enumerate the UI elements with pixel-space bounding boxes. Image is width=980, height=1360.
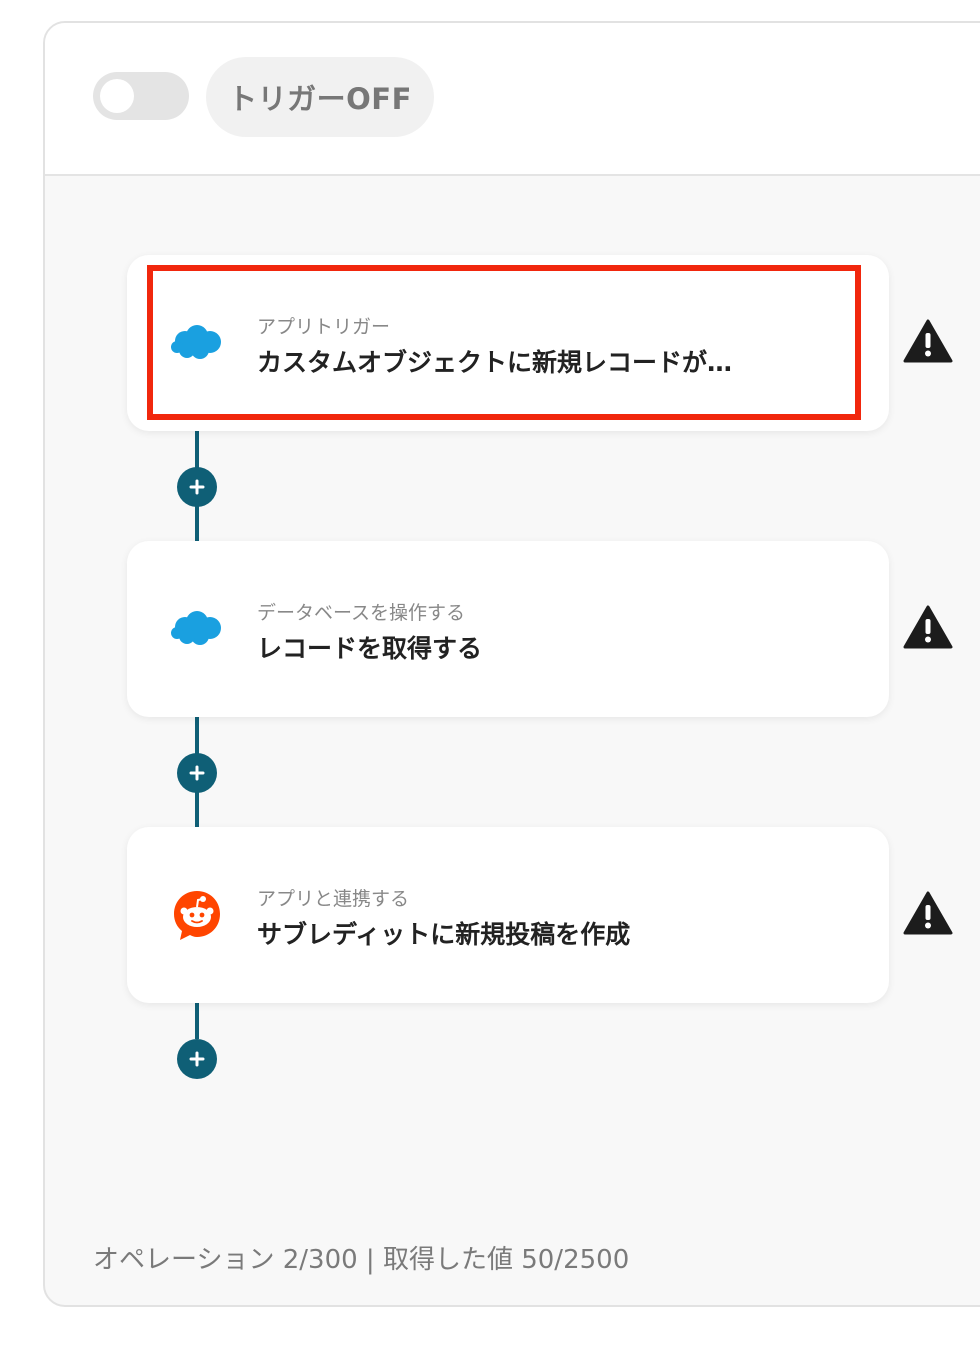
flow-step-card[interactable]: アプリトリガー カスタムオブジェクトに新規レコードが… [127,255,889,431]
salesforce-icon [171,611,221,645]
trigger-status-badge: トリガーOFF [206,57,434,137]
toggle-knob [100,79,134,113]
step-title: カスタムオブジェクトに新規レコードが… [257,348,733,377]
plus-icon [189,765,205,781]
plus-icon [189,479,205,495]
add-step-button[interactable] [177,467,217,507]
trigger-toggle[interactable] [93,72,189,120]
step-subtitle: アプリと連携する [257,888,410,910]
warning-icon[interactable] [903,605,953,649]
salesforce-icon [171,325,221,359]
add-step-button[interactable] [177,1039,217,1079]
flow-step-card[interactable]: アプリと連携する サブレディットに新規投稿を作成 [127,827,889,1003]
flow-header: トリガーOFF [45,23,980,176]
step-subtitle: データベースを操作する [257,602,466,624]
step-title: レコードを取得する [257,634,483,663]
plus-icon [189,1051,205,1067]
step-title: サブレディットに新規投稿を作成 [257,920,631,949]
step-subtitle: アプリトリガー [257,316,391,338]
warning-icon[interactable] [903,319,953,363]
flow-panel: トリガーOFF アプリトリガー カスタムオブジェクトに新規レコードが… データベ… [43,21,980,1307]
warning-icon[interactable] [903,891,953,935]
usage-summary: オペレーション 2/300 | 取得した値 50/2500 [93,1245,630,1275]
flow-step-card[interactable]: データベースを操作する レコードを取得する [127,541,889,717]
reddit-icon [174,891,220,940]
add-step-button[interactable] [177,753,217,793]
connector-line [195,1003,199,1039]
